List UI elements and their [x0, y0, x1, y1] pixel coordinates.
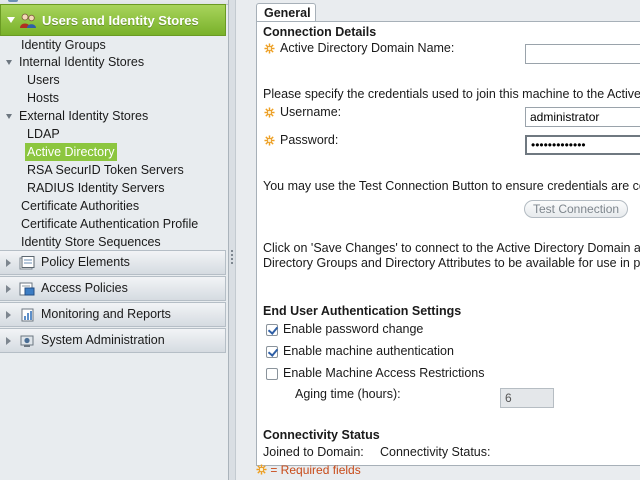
tree-item-identity-store-sequences[interactable]: Identity Store Sequences	[21, 233, 161, 251]
required-fields-text: = Required fields	[270, 463, 361, 477]
drawer-label: Monitoring and Reports	[41, 307, 171, 321]
password-label: Password:	[280, 133, 339, 147]
tree-item-identity-groups[interactable]: Identity Groups	[21, 36, 106, 54]
panel-splitter[interactable]	[228, 0, 236, 480]
connectivity-status-label: Connectivity Status:	[380, 445, 491, 459]
joined-to-domain-label: Joined to Domain:	[263, 445, 364, 459]
expand-arrow-icon	[6, 311, 11, 319]
save-changes-instructions-cont: Directory Groups and Directory Attribute…	[263, 256, 640, 270]
username-label: Username:	[280, 105, 342, 119]
connection-details-heading: Connection Details	[263, 25, 377, 39]
tree-item-rsa-securid[interactable]: RSA SecurID Token Servers	[27, 161, 184, 179]
test-connection-button[interactable]: Test Connection	[524, 200, 629, 218]
enable-machine-auth-label: Enable machine authentication	[283, 344, 454, 358]
drawer-system-administration[interactable]: System Administration	[0, 328, 226, 353]
drawer-access-policies[interactable]: Access Policies	[0, 276, 226, 301]
access-policies-icon	[19, 282, 35, 296]
drawer-icon	[8, 0, 18, 2]
expand-arrow-icon	[6, 259, 11, 267]
drawer-label: System Administration	[41, 333, 165, 347]
drawer-label: Policy Elements	[41, 255, 130, 269]
required-fields-legend: = Required fields	[256, 463, 361, 477]
enable-password-change-label: Enable password change	[283, 322, 424, 336]
enable-machine-access-restrictions-checkbox[interactable]	[266, 368, 278, 380]
drawer-users-and-identity-stores[interactable]: Users and Identity Stores	[0, 4, 226, 36]
required-star-icon	[264, 107, 275, 118]
collapse-arrow-icon[interactable]	[6, 114, 12, 119]
tree-item-ldap[interactable]: LDAP	[27, 125, 60, 143]
save-changes-instructions: Click on 'Save Changes' to connect to th…	[263, 241, 640, 255]
drawer-policy-elements[interactable]: Policy Elements	[0, 250, 226, 275]
splitter-grip-icon[interactable]	[231, 250, 233, 264]
tree-item-hosts[interactable]: Hosts	[27, 89, 59, 107]
credentials-instructions: Please specify the credentials used to j…	[263, 87, 640, 101]
tree-item-external-identity-stores[interactable]: External Identity Stores	[19, 107, 148, 125]
enable-machine-auth-checkbox[interactable]	[266, 346, 278, 358]
system-administration-icon	[20, 335, 34, 347]
required-star-icon	[264, 43, 275, 54]
tab-general[interactable]: General	[256, 3, 316, 23]
end-user-auth-heading: End User Authentication Settings	[263, 304, 462, 318]
required-star-icon	[264, 135, 275, 146]
username-input[interactable]	[525, 107, 640, 127]
connectivity-status-heading: Connectivity Status	[263, 428, 380, 442]
domain-name-input[interactable]	[525, 44, 640, 64]
tree-item-radius[interactable]: RADIUS Identity Servers	[27, 179, 165, 197]
test-connection-instructions: You may use the Test Connection Button t…	[263, 179, 640, 193]
required-star-icon	[256, 464, 267, 475]
expand-arrow-icon	[7, 17, 15, 23]
tree-item-certificate-authorities[interactable]: Certificate Authorities	[21, 197, 139, 215]
expand-arrow-icon	[6, 285, 11, 293]
policy-elements-icon	[19, 256, 35, 270]
enable-machine-access-restrictions-label: Enable Machine Access Restrictions	[283, 366, 485, 380]
drawer-monitoring-and-reports[interactable]: Monitoring and Reports	[0, 302, 226, 327]
navigation-sidebar: Users and Identity Stores Identity Group…	[0, 0, 228, 480]
collapse-arrow-icon[interactable]	[6, 60, 12, 65]
drawer-label: Users and Identity Stores	[42, 13, 199, 28]
users-icon	[20, 13, 36, 28]
main-content: General Connection Details Active Direct…	[236, 0, 640, 480]
enable-password-change-checkbox[interactable]	[266, 324, 278, 336]
tree-item-certificate-authentication-profile[interactable]: Certificate Authentication Profile	[21, 215, 198, 233]
monitoring-icon	[21, 308, 34, 322]
password-input[interactable]	[525, 135, 640, 155]
expand-arrow-icon	[6, 337, 11, 345]
general-panel: Connection Details Active Directory Doma…	[256, 21, 640, 466]
tree-item-users[interactable]: Users	[27, 71, 60, 89]
tree-item-active-directory[interactable]: Active Directory	[25, 143, 117, 161]
aging-time-label: Aging time (hours):	[295, 387, 401, 401]
drawer-label: Access Policies	[41, 281, 128, 295]
aging-time-input[interactable]	[500, 388, 554, 408]
domain-name-label: Active Directory Domain Name:	[280, 41, 455, 55]
tree-item-internal-identity-stores[interactable]: Internal Identity Stores	[19, 53, 144, 71]
